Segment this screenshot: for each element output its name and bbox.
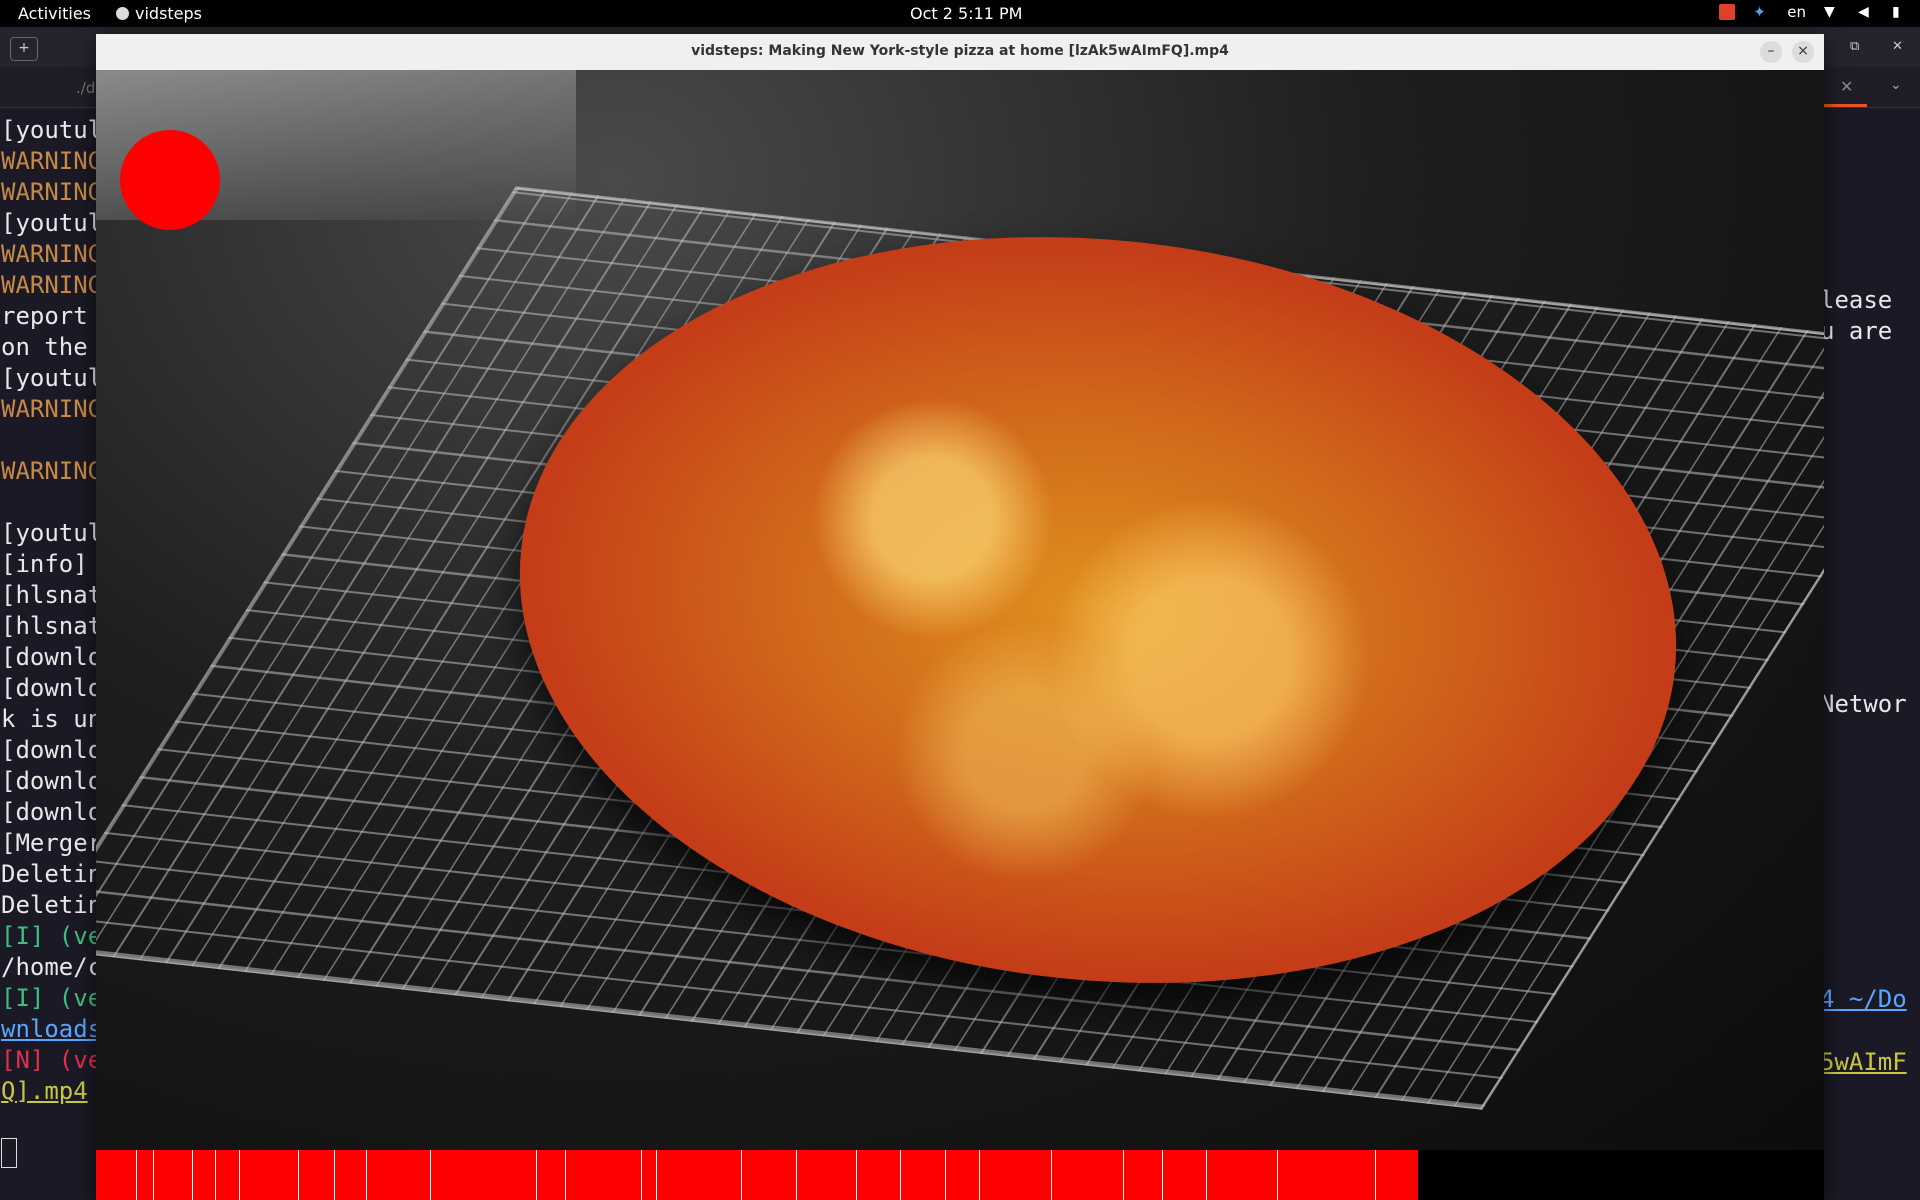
terminal-line: [youtul	[1, 519, 103, 547]
chapter-marker	[565, 1150, 566, 1200]
chapter-marker	[153, 1150, 154, 1200]
keyboard-layout[interactable]: en	[1787, 3, 1806, 21]
clock[interactable]: Oct 2 5:11 PM	[910, 4, 1022, 23]
close-button[interactable]: ×	[1792, 41, 1814, 63]
terminal-line: k is un	[1, 705, 103, 733]
top-bar: Activities vidsteps Oct 2 5:11 PM ✦ en ▼…	[0, 0, 1920, 27]
video-frame[interactable]	[96, 70, 1824, 1150]
terminal-line: WARNING	[1, 271, 103, 299]
chapter-marker	[945, 1150, 946, 1200]
activities-button[interactable]: Activities	[18, 4, 91, 23]
new-tab-button[interactable]: +	[10, 37, 38, 61]
terminal-fragment: Networ	[1820, 690, 1907, 718]
terminal-line: [Merger	[1, 829, 103, 857]
chapter-marker	[1051, 1150, 1052, 1200]
chapter-marker	[796, 1150, 797, 1200]
terminal-line: WARNING	[1, 147, 103, 175]
terminal-line: Deletin	[1, 860, 103, 888]
battery-icon[interactable]: ▮	[1892, 4, 1908, 20]
chapter-marker	[430, 1150, 431, 1200]
terminal-line: WARNING	[1, 457, 103, 485]
terminal-line: report	[1, 302, 103, 330]
minimize-button[interactable]: –	[1760, 41, 1782, 63]
terminal-line: WARNING	[1, 178, 103, 206]
chapter-marker	[136, 1150, 137, 1200]
terminal-line: [downlo	[1, 798, 103, 826]
app-name: vidsteps	[135, 4, 203, 23]
tab-close-icon[interactable]: ✕	[1840, 77, 1853, 96]
system-tray[interactable]: ✦ en ▼ ◀ ▮	[1719, 3, 1908, 21]
terminal-cursor	[1, 1138, 17, 1168]
terminal-line: wnloads	[1, 1015, 103, 1043]
video-player-window: vidsteps: Making New York-style pizza at…	[96, 34, 1824, 1200]
title-bar[interactable]: vidsteps: Making New York-style pizza at…	[96, 34, 1824, 71]
chapter-marker	[1162, 1150, 1163, 1200]
terminal-fragment: 5wAImF	[1820, 1048, 1907, 1076]
wifi-icon[interactable]: ▼	[1824, 4, 1840, 20]
terminal-line: [youtul	[1, 209, 103, 237]
terminal-output: [youtul WARNING WARNING [youtul WARNING WARNI…	[1, 115, 102, 1107]
chapter-marker	[366, 1150, 367, 1200]
terminal-line: [youtul	[1, 116, 103, 144]
terminal-line: [downlo	[1, 736, 103, 764]
terminal-line: [hlsnat	[1, 612, 103, 640]
terminal-line: /home/c	[1, 953, 103, 981]
chapter-marker	[741, 1150, 742, 1200]
terminal-line: [downlo	[1, 674, 103, 702]
chapter-marker	[1375, 1150, 1376, 1200]
terminal-fragment: lease	[1820, 286, 1893, 314]
tab-path[interactable]: ./d	[76, 79, 95, 97]
chapter-marker	[1123, 1150, 1124, 1200]
terminal-line: [hlsnat	[1, 581, 103, 609]
terminal-line: [I] (ve	[1, 984, 103, 1012]
terminal-line: [N] (ve	[1, 1046, 103, 1074]
terminal-line: WARNING	[1, 240, 103, 268]
terminal-line: on the	[1, 333, 103, 361]
terminal-line: [downlo	[1, 643, 103, 671]
terminal-line: Deletin	[1, 891, 103, 919]
terminal-fragment: 4 ~/Do	[1820, 985, 1907, 1013]
progress-fill	[96, 1150, 1418, 1200]
terminal-line: [downlo	[1, 767, 103, 795]
chapter-marker	[641, 1150, 642, 1200]
terminal-line: [youtul	[1, 364, 103, 392]
app-icon	[116, 7, 129, 20]
terminal-line: WARNING	[1, 395, 103, 423]
close-icon[interactable]: ✕	[1892, 39, 1903, 54]
chapter-marker	[979, 1150, 980, 1200]
progress-bar[interactable]	[96, 1150, 1824, 1200]
chevron-down-icon[interactable]: ⌄	[1890, 77, 1902, 93]
terminal-line: [info]	[1, 550, 103, 578]
chapter-marker	[215, 1150, 216, 1200]
terminal-fragment: u are	[1820, 317, 1893, 345]
chapter-marker	[856, 1150, 857, 1200]
window-title: vidsteps: Making New York-style pizza at…	[691, 43, 1229, 59]
volume-icon[interactable]: ◀	[1858, 4, 1874, 20]
chapter-marker	[334, 1150, 335, 1200]
chapter-marker	[1277, 1150, 1278, 1200]
chapter-marker	[192, 1150, 193, 1200]
chapter-marker	[298, 1150, 299, 1200]
app-indicator-icon[interactable]	[1719, 4, 1736, 20]
restore-icon[interactable]: ⧉	[1850, 39, 1859, 54]
recording-indicator	[120, 130, 220, 230]
terminal-line: [I] (ve	[1, 922, 103, 950]
chapter-marker	[656, 1150, 657, 1200]
chapter-marker	[239, 1150, 240, 1200]
active-tab-indicator	[1822, 104, 1867, 107]
app-menu[interactable]: vidsteps	[116, 4, 202, 23]
chapter-marker	[1206, 1150, 1207, 1200]
chapter-marker	[900, 1150, 901, 1200]
chapter-marker	[536, 1150, 537, 1200]
dropbox-icon[interactable]: ✦	[1753, 4, 1769, 20]
terminal-line: Q].mp4	[1, 1077, 88, 1105]
